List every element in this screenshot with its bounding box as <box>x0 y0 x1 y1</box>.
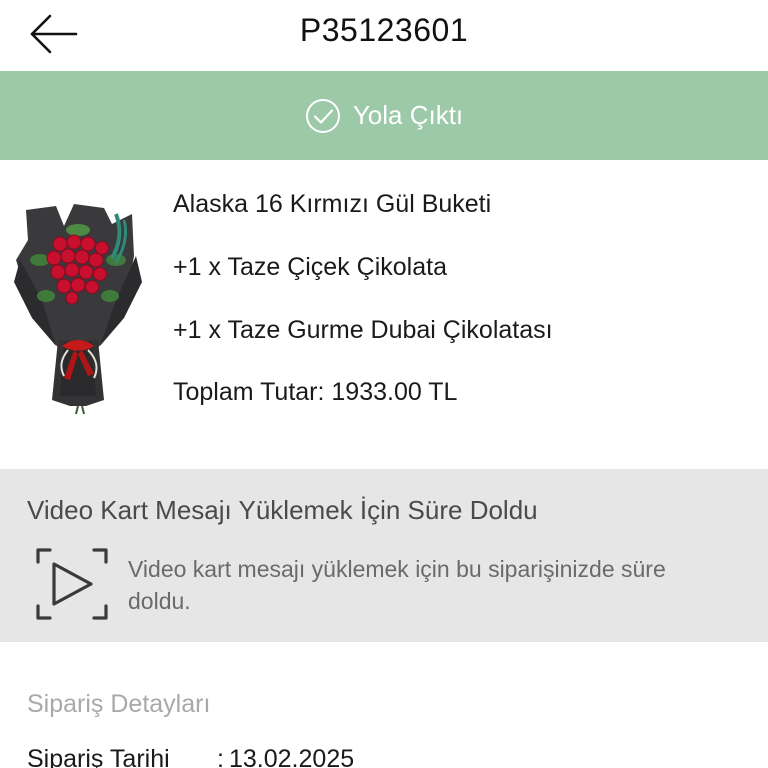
order-date-row: Sipariş Tarihi:13.02.2025 <box>27 745 354 768</box>
order-code-title: P35123601 <box>299 12 469 48</box>
video-play-frame-icon <box>34 546 110 622</box>
total-amount: Toplam Tutar: 1933.00 TL <box>173 378 458 406</box>
product-name: Alaska 16 Kırmızı Gül Buketi <box>173 190 492 218</box>
order-date-label: Sipariş Tarihi <box>27 745 170 768</box>
product-summary: Alaska 16 Kırmızı Gül Buketi +1 x Taze Ç… <box>0 160 768 468</box>
video-card-description: Video kart mesajı yüklemek için bu sipar… <box>128 556 666 614</box>
video-card-title: Video Kart Mesajı Yüklemek İçin Süre Dol… <box>27 495 538 525</box>
rose-bouquet-image <box>14 204 142 415</box>
product-image[interactable] <box>12 200 144 415</box>
order-date-value: 13.02.2025 <box>229 745 355 768</box>
check-circle-icon <box>305 98 341 134</box>
header: P35123601 <box>0 0 768 70</box>
addon-item: +1 x Taze Gurme Dubai Çikolatası <box>173 316 553 344</box>
video-card-panel: Video Kart Mesajı Yüklemek İçin Süre Dol… <box>0 469 768 642</box>
detail-separator: : <box>217 745 224 768</box>
order-status-label: Yola Çıktı <box>352 100 464 130</box>
order-status: Yola Çıktı <box>305 98 463 134</box>
order-status-banner: Yola Çıktı <box>0 71 768 160</box>
addon-item: +1 x Taze Çiçek Çikolata <box>173 253 447 281</box>
order-detail-screen: P35123601 Yola Çıktı Alaska 16 Kırmızı G… <box>0 0 768 768</box>
order-details-heading: Sipariş Detayları <box>27 690 211 718</box>
